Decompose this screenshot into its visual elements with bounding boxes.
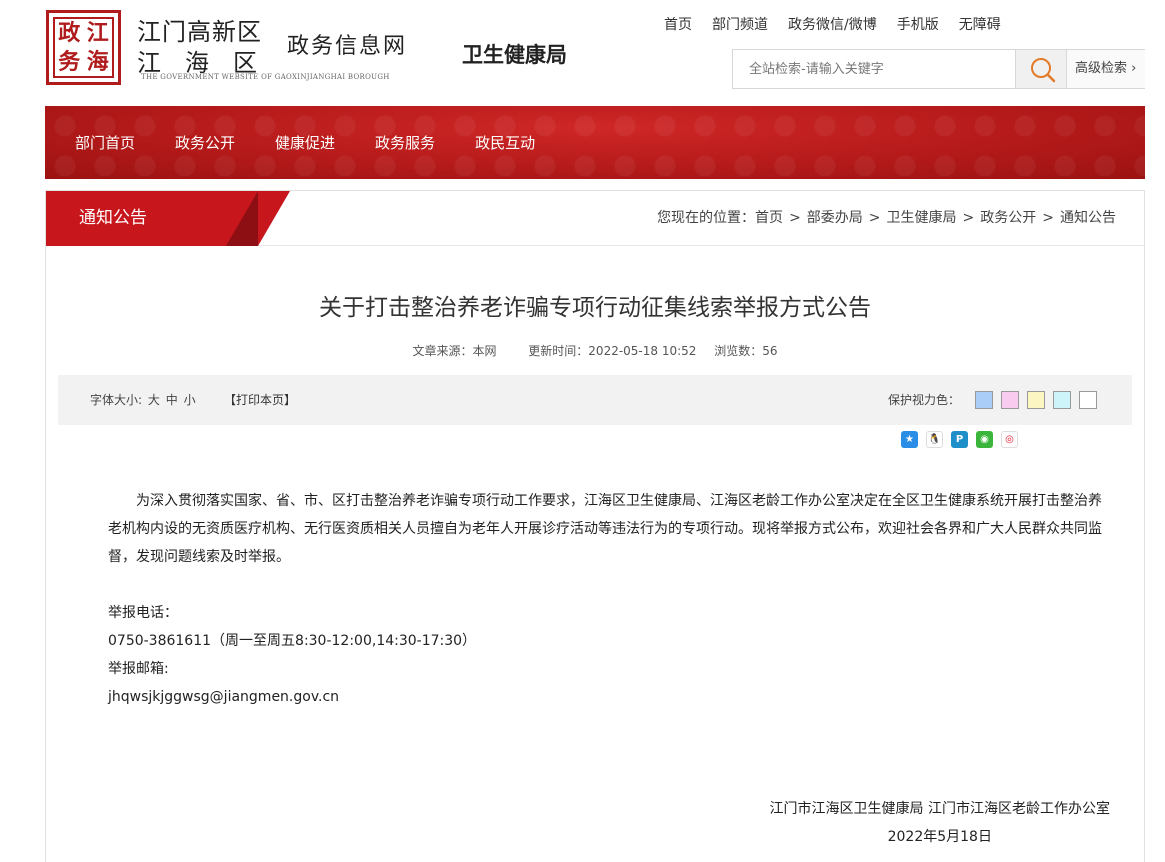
seal-char: 务	[58, 48, 81, 75]
sign-date: 2022年5月18日	[887, 829, 992, 845]
top-link-home[interactable]: 首页	[664, 14, 692, 34]
font-size-label: 字体大小:	[90, 393, 143, 407]
font-size-small[interactable]: 小	[184, 393, 196, 407]
site-logo-text[interactable]: 江门高新区 江海区 政务信息网 THE GOVERNMENT WEBSITE O…	[137, 12, 437, 84]
contact-email: jhqwsjkjggwsg@jiangmen.gov.cn	[108, 689, 340, 705]
article-source: 文章来源：本网	[412, 344, 497, 358]
font-size-control: 字体大小: 大 中 小	[90, 375, 196, 425]
signer: 江门市江海区卫生健康局 江门市江海区老龄工作办公室	[769, 801, 1110, 817]
article-meta: 文章来源：本网 更新时间：2022-05-18 10:52 浏览数：56	[46, 342, 1144, 359]
nav-item-dept-home[interactable]: 部门首页	[75, 132, 135, 153]
breadcrumb-current-location[interactable]: 您现在的位置：首页	[657, 191, 783, 246]
sina-weibo-icon[interactable]: ◎	[1001, 431, 1018, 448]
article-toolbar: 字体大小: 大 中 小 【打印本页】 保护视力色：	[58, 375, 1132, 425]
site-logo-seal[interactable]: 政 江 务 海	[46, 10, 121, 85]
nav-item-health-promotion[interactable]: 健康促进	[275, 132, 335, 153]
share-bar: ★ 🐧 P ◉ ◎	[901, 431, 1026, 448]
contact-info: 举报电话： 0750-3861611（周一至周五8:30-12:00,14:30…	[108, 599, 476, 711]
eye-color-white[interactable]	[1079, 391, 1097, 409]
top-links: 首页 部门频道 政务微信/微博 手机版 无障碍	[664, 14, 1021, 34]
eye-color-blue[interactable]	[975, 391, 993, 409]
logo-english: THE GOVERNMENT WEBSITE OF GAOXINJIANGHAI…	[141, 73, 390, 81]
nav-item-gov-services[interactable]: 政务服务	[375, 132, 435, 153]
search-box: 高级检索 ›	[732, 49, 1145, 89]
seal-char: 政	[58, 20, 81, 47]
breadcrumb-sep: >	[868, 210, 881, 226]
font-size-medium[interactable]: 中	[166, 393, 178, 407]
eye-color-pink[interactable]	[1001, 391, 1019, 409]
breadcrumb-sep: >	[962, 210, 975, 226]
qzone-icon[interactable]: ★	[901, 431, 918, 448]
article-updated: 更新时间：2022-05-18 10:52	[528, 344, 697, 358]
seal-char: 海	[86, 48, 109, 75]
main-nav: 部门首页 政务公开 健康促进 政务服务 政民互动	[45, 106, 1145, 179]
eye-protect-label: 保护视力色：	[888, 393, 961, 407]
eye-protect-swatches	[975, 391, 1105, 409]
section-title: 通知公告	[79, 208, 147, 228]
site-header: 政 江 务 海 江门高新区 江海区 政务信息网 THE GOVERNMENT W…	[0, 0, 1165, 105]
contact-phone-label: 举报电话：	[108, 605, 178, 621]
print-button[interactable]: 【打印本页】	[224, 375, 296, 425]
eye-color-yellow[interactable]	[1027, 391, 1045, 409]
breadcrumb-sep: >	[1042, 210, 1054, 226]
breadcrumb: 您现在的位置：首页 > 部委办局 > 卫生健康局 > 政务公开 > 通知公告	[657, 191, 1122, 246]
logo-line3: 政务信息网	[287, 34, 408, 59]
contact-phone: 0750-3861611（周一至周五8:30-12:00,14:30-17:30…	[108, 633, 477, 649]
tencent-weibo-icon[interactable]: P	[951, 431, 968, 448]
section-tab-slant	[258, 191, 290, 246]
article-title: 关于打击整治养老诈骗专项行动征集线索举报方式公告	[319, 295, 871, 321]
search-button[interactable]	[1015, 50, 1067, 88]
article-body: 为深入贯彻落实国家、省、市、区打击整治养老诈骗专项行动工作要求，江海区卫生健康局…	[108, 493, 1102, 565]
breadcrumb-item[interactable]: 卫生健康局	[887, 191, 957, 246]
font-size-large[interactable]: 大	[148, 393, 160, 407]
top-link-wechat-weibo[interactable]: 政务微信/微博	[788, 14, 877, 34]
top-link-accessibility[interactable]: 无障碍	[959, 14, 1001, 34]
breadcrumb-item[interactable]: 通知公告	[1060, 191, 1116, 246]
breadcrumb-item[interactable]: 政务公开	[980, 191, 1036, 246]
search-input[interactable]	[733, 50, 1015, 88]
department-name: 卫生健康局	[462, 43, 567, 67]
article-signature: 江门市江海区卫生健康局 江门市江海区老龄工作办公室 2022年5月18日	[770, 795, 1110, 851]
top-link-mobile[interactable]: 手机版	[897, 14, 939, 34]
article-views: 浏览数：56	[714, 344, 778, 358]
wechat-icon[interactable]: ◉	[976, 431, 993, 448]
breadcrumb-item[interactable]: 部委办局	[807, 191, 863, 246]
search-icon	[1031, 58, 1056, 83]
nav-item-interaction[interactable]: 政民互动	[475, 132, 535, 153]
seal-char: 江	[86, 20, 109, 47]
nav-item-gov-affairs[interactable]: 政务公开	[175, 132, 235, 153]
section-tab-shadow	[226, 191, 258, 246]
top-link-channels[interactable]: 部门频道	[712, 14, 768, 34]
logo-line1: 江门高新区	[137, 18, 262, 46]
content-frame: 通知公告 您现在的位置：首页 > 部委办局 > 卫生健康局 > 政务公开 > 通…	[45, 190, 1145, 862]
advanced-search-link[interactable]: 高级检索 ›	[1067, 50, 1145, 88]
eye-color-cyan[interactable]	[1053, 391, 1071, 409]
section-tab: 通知公告	[46, 191, 258, 246]
breadcrumb-sep: >	[789, 210, 801, 226]
section-bar: 通知公告 您现在的位置：首页 > 部委办局 > 卫生健康局 > 政务公开 > 通…	[46, 191, 1144, 246]
contact-email-label: 举报邮箱:	[108, 661, 169, 677]
qq-icon[interactable]: 🐧	[926, 431, 943, 448]
